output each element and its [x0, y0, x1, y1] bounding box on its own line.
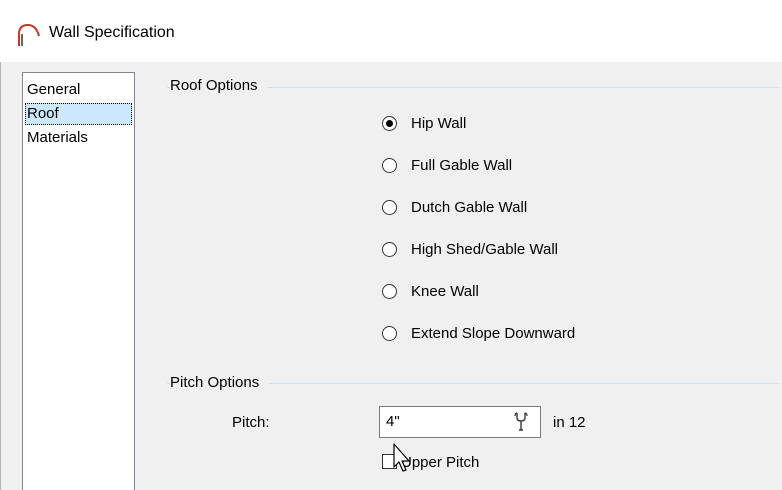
- dialog-left-border: [0, 62, 1, 490]
- roof-options-title: Roof Options: [170, 76, 268, 96]
- title-bar: Wall Specification: [0, 0, 782, 62]
- nav-item-general[interactable]: General: [25, 79, 132, 101]
- radio-button[interactable]: [382, 158, 397, 173]
- radio-label: Full Gable Wall: [411, 157, 513, 174]
- radio-button[interactable]: [382, 242, 397, 257]
- pitch-value[interactable]: 4": [386, 411, 400, 433]
- nav-item-materials[interactable]: Materials: [25, 127, 132, 149]
- radio-label: Dutch Gable Wall: [411, 199, 528, 216]
- category-list[interactable]: General Roof Materials: [22, 72, 135, 490]
- radio-selected-dot: [386, 120, 393, 127]
- radio-button[interactable]: [382, 284, 397, 299]
- radio-button[interactable]: [382, 200, 397, 215]
- window-title: Wall Specification: [49, 24, 175, 41]
- pitch-input[interactable]: 4": [379, 406, 541, 438]
- radio-label: Hip Wall: [411, 115, 467, 132]
- arch-wall-icon: [18, 23, 40, 46]
- pitch-units-label: in 12: [553, 414, 586, 431]
- radio-button[interactable]: [382, 116, 397, 131]
- nav-item-roof[interactable]: Roof: [25, 103, 132, 125]
- pitch-options-title: Pitch Options: [170, 373, 270, 393]
- mouse-pointer-icon: [393, 443, 410, 472]
- radio-label: Extend Slope Downward: [411, 325, 576, 342]
- wrench-icon[interactable]: [512, 412, 530, 432]
- pitch-label: Pitch:: [232, 414, 270, 431]
- radio-button[interactable]: [382, 326, 397, 341]
- radio-label: High Shed/Gable Wall: [411, 241, 559, 258]
- radio-label: Knee Wall: [411, 283, 479, 300]
